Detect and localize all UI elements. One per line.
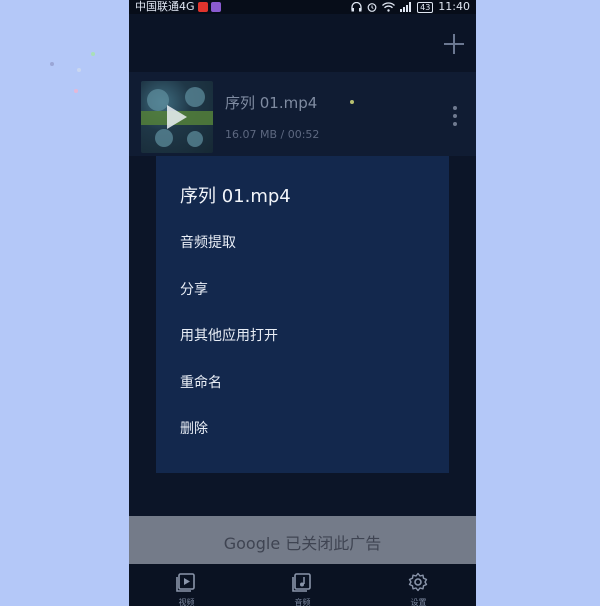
ad-banner-text: Google 已关闭此广告: [223, 534, 382, 553]
decorative-dot: [77, 68, 81, 72]
wifi-icon: [382, 2, 396, 12]
decorative-dot: [74, 89, 78, 93]
add-icon[interactable]: [444, 34, 464, 54]
alarm-icon: [367, 3, 377, 12]
carrier-label: 中国联通4G: [135, 0, 195, 13]
weibo-icon: [197, 2, 208, 12]
tab-label: 音频: [294, 598, 311, 606]
file-name: 序列 01.mp4: [225, 94, 318, 112]
list-item[interactable]: 序列 01.mp4 16.07 MB / 00:52: [129, 72, 476, 156]
play-icon: [167, 105, 187, 129]
context-menu-title: 序列 01.mp4: [180, 186, 291, 207]
more-options-icon[interactable]: [452, 106, 458, 128]
tab-settings[interactable]: 设置: [361, 564, 476, 606]
phone-screen: 中国联通4G 43 11:40 序列 01.mp4 16.07 MB / 00:…: [129, 0, 476, 606]
tab-audio[interactable]: 音频: [245, 564, 360, 606]
headphones-icon: [351, 2, 362, 12]
ad-banner[interactable]: Google 已关闭此广告: [129, 516, 476, 564]
tab-label: 视频: [178, 598, 195, 606]
context-menu: 序列 01.mp4 音频提取 分享 用其他应用打开 重命名 删除: [156, 156, 449, 473]
menu-item-label: 音频提取: [180, 235, 236, 251]
file-list: 序列 01.mp4 16.07 MB / 00:52 序列 01.mp4 音频提…: [129, 72, 476, 516]
decorative-dot: [350, 100, 354, 104]
tab-video[interactable]: 视频: [129, 564, 244, 606]
menu-item-delete[interactable]: 删除: [156, 404, 449, 450]
gear-icon: [408, 572, 428, 592]
music-note-icon: [292, 573, 311, 592]
signal-icon: [400, 2, 412, 12]
decorative-dot: [91, 52, 95, 56]
battery-indicator: 43: [417, 1, 434, 13]
video-icon: [176, 573, 195, 592]
video-thumbnail[interactable]: [141, 81, 213, 153]
status-bar: 中国联通4G 43 11:40: [129, 0, 476, 14]
menu-item-open-with[interactable]: 用其他应用打开: [156, 311, 449, 357]
menu-item-label: 分享: [180, 282, 208, 298]
app-notification-icon: [210, 2, 221, 12]
tab-label: 设置: [410, 598, 427, 606]
menu-item-rename[interactable]: 重命名: [156, 358, 449, 404]
decorative-dot: [50, 62, 54, 66]
clock: 11:40: [438, 0, 470, 13]
file-meta: 16.07 MB / 00:52: [225, 128, 320, 141]
bottom-nav: 视频 音频 设置: [129, 564, 476, 606]
menu-item-share[interactable]: 分享: [156, 265, 449, 311]
app-bar: [129, 14, 476, 72]
menu-item-label: 重命名: [180, 375, 222, 391]
menu-item-extract-audio[interactable]: 音频提取: [156, 218, 449, 264]
menu-item-label: 用其他应用打开: [180, 328, 278, 344]
menu-item-label: 删除: [180, 421, 208, 437]
